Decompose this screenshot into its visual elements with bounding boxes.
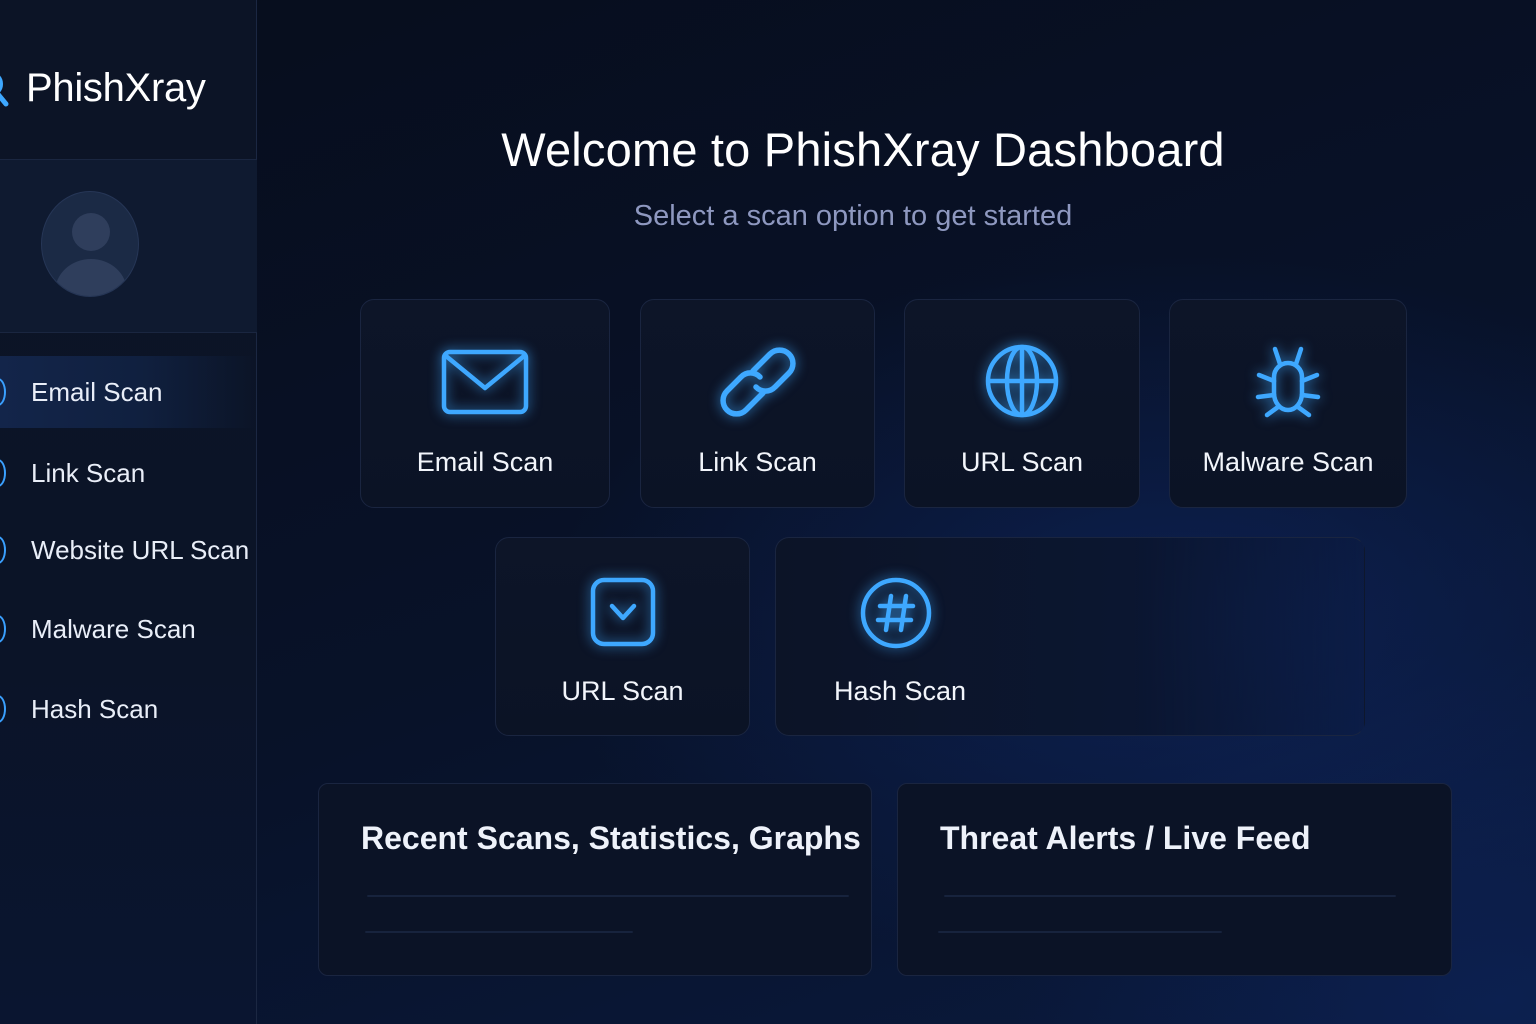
- card-label: URL Scan: [960, 447, 1084, 477]
- sidebar-item-malware-scan[interactable]: Malware Scan: [0, 593, 257, 665]
- user-profile: [0, 159, 257, 333]
- email-scan-card[interactable]: Email Scan: [360, 299, 610, 508]
- link-icon: [719, 347, 796, 417]
- sidebar-item-label: Hash Scan: [31, 693, 159, 724]
- malware-scan-card[interactable]: Malware Scan: [1169, 299, 1407, 508]
- globe-icon: [985, 344, 1059, 418]
- page-title: Welcome to PhishXray Dashboard: [501, 123, 1225, 176]
- envelope-icon: [441, 349, 529, 415]
- recent-scans-panel: Recent Scans, Statistics, Graphs: [318, 783, 872, 976]
- sidebar-item-link-scan[interactable]: Link Scan: [0, 437, 257, 509]
- panel-title: Threat Alerts / Live Feed: [940, 820, 1311, 856]
- nav-indicator-icon: [0, 536, 6, 564]
- sidebar-item-website-url-scan[interactable]: Website URL Scan: [0, 514, 257, 586]
- page-subtitle: Select a scan option to get started: [633, 200, 1073, 232]
- card-label: URL Scan: [561, 676, 684, 706]
- panel-title: Recent Scans, Statistics, Graphs: [361, 820, 861, 856]
- sidebar-item-label: Link Scan: [31, 457, 146, 488]
- avatar[interactable]: [41, 191, 139, 297]
- sidebar: PhishXray Email Scan Link Scan Website U…: [0, 0, 257, 1024]
- hash-icon: [860, 577, 932, 649]
- sidebar-item-label: Email Scan: [31, 376, 163, 407]
- placeholder-line: [365, 931, 633, 933]
- link-scan-card[interactable]: Link Scan: [640, 299, 875, 508]
- nav-indicator-icon: [0, 378, 6, 406]
- bug-icon: [1255, 346, 1321, 418]
- card-label: Email Scan: [416, 447, 554, 477]
- placeholder-line: [938, 931, 1222, 933]
- card-label: Malware Scan: [1202, 447, 1374, 477]
- sidebar-item-label: Malware Scan: [31, 613, 196, 644]
- url-scan-card-secondary[interactable]: URL Scan: [495, 537, 750, 736]
- magnifier-logo-icon: [0, 75, 9, 107]
- user-icon: [55, 213, 127, 296]
- app-name: PhishXray: [26, 66, 206, 110]
- placeholder-line: [367, 895, 849, 897]
- nav-indicator-icon: [0, 459, 6, 487]
- card-label: Link Scan: [698, 447, 817, 477]
- placeholder-line: [944, 895, 1396, 897]
- nav-indicator-icon: [0, 615, 6, 643]
- chevron-square-icon: [590, 577, 655, 647]
- hash-scan-card[interactable]: Hash Scan: [775, 537, 1365, 736]
- sidebar-item-hash-scan[interactable]: Hash Scan: [0, 673, 257, 745]
- nav-indicator-icon: [0, 695, 6, 723]
- brand[interactable]: PhishXray: [0, 58, 257, 118]
- url-scan-card[interactable]: URL Scan: [904, 299, 1140, 508]
- card-label: Hash Scan: [833, 676, 967, 706]
- sidebar-item-email-scan[interactable]: Email Scan: [0, 356, 257, 428]
- threat-alerts-panel: Threat Alerts / Live Feed: [897, 783, 1452, 976]
- sidebar-item-label: Website URL Scan: [31, 534, 250, 565]
